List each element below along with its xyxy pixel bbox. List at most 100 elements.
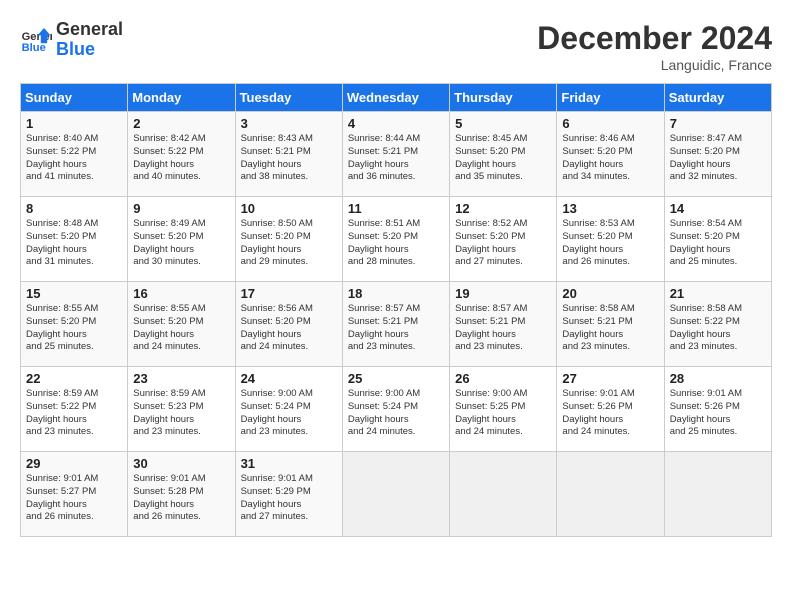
month-title: December 2024 [537,20,772,57]
cell-info: Sunrise: 8:42 AM Sunset: 5:22 PM Dayligh… [133,133,229,184]
day-number: 4 [348,116,444,131]
cell-info: Sunrise: 8:52 AM Sunset: 5:20 PM Dayligh… [455,218,551,269]
day-number: 6 [562,116,658,131]
cell-info: Sunrise: 8:57 AM Sunset: 5:21 PM Dayligh… [348,303,444,354]
empty-cell [450,452,557,537]
cell-info: Sunrise: 8:46 AM Sunset: 5:20 PM Dayligh… [562,133,658,184]
day-number: 1 [26,116,122,131]
col-thursday: Thursday [450,84,557,112]
cell-info: Sunrise: 9:00 AM Sunset: 5:25 PM Dayligh… [455,388,551,439]
cell-info: Sunrise: 8:47 AM Sunset: 5:20 PM Dayligh… [670,133,766,184]
cell-info: Sunrise: 8:50 AM Sunset: 5:20 PM Dayligh… [241,218,337,269]
col-sunday: Sunday [21,84,128,112]
day-cell: 28 Sunrise: 9:01 AM Sunset: 5:26 PM Dayl… [664,367,771,452]
location: Languidic, France [537,57,772,73]
day-number: 19 [455,286,551,301]
day-cell: 20 Sunrise: 8:58 AM Sunset: 5:21 PM Dayl… [557,282,664,367]
calendar-week-row: 1 Sunrise: 8:40 AM Sunset: 5:22 PM Dayli… [21,112,772,197]
day-number: 5 [455,116,551,131]
cell-info: Sunrise: 8:49 AM Sunset: 5:20 PM Dayligh… [133,218,229,269]
day-cell: 22 Sunrise: 8:59 AM Sunset: 5:22 PM Dayl… [21,367,128,452]
day-cell: 1 Sunrise: 8:40 AM Sunset: 5:22 PM Dayli… [21,112,128,197]
day-cell: 19 Sunrise: 8:57 AM Sunset: 5:21 PM Dayl… [450,282,557,367]
day-number: 10 [241,201,337,216]
title-area: December 2024 Languidic, France [537,20,772,73]
cell-info: Sunrise: 8:48 AM Sunset: 5:20 PM Dayligh… [26,218,122,269]
day-cell: 3 Sunrise: 8:43 AM Sunset: 5:21 PM Dayli… [235,112,342,197]
day-cell: 23 Sunrise: 8:59 AM Sunset: 5:23 PM Dayl… [128,367,235,452]
day-number: 20 [562,286,658,301]
day-cell: 11 Sunrise: 8:51 AM Sunset: 5:20 PM Dayl… [342,197,449,282]
col-friday: Friday [557,84,664,112]
day-cell: 27 Sunrise: 9:01 AM Sunset: 5:26 PM Dayl… [557,367,664,452]
day-number: 7 [670,116,766,131]
day-number: 23 [133,371,229,386]
day-number: 24 [241,371,337,386]
calendar-week-row: 22 Sunrise: 8:59 AM Sunset: 5:22 PM Dayl… [21,367,772,452]
cell-info: Sunrise: 8:55 AM Sunset: 5:20 PM Dayligh… [133,303,229,354]
col-monday: Monday [128,84,235,112]
day-number: 3 [241,116,337,131]
cell-info: Sunrise: 8:58 AM Sunset: 5:22 PM Dayligh… [670,303,766,354]
day-number: 25 [348,371,444,386]
day-cell: 14 Sunrise: 8:54 AM Sunset: 5:20 PM Dayl… [664,197,771,282]
cell-info: Sunrise: 8:51 AM Sunset: 5:20 PM Dayligh… [348,218,444,269]
cell-info: Sunrise: 8:44 AM Sunset: 5:21 PM Dayligh… [348,133,444,184]
cell-info: Sunrise: 8:43 AM Sunset: 5:21 PM Dayligh… [241,133,337,184]
cell-info: Sunrise: 9:01 AM Sunset: 5:26 PM Dayligh… [562,388,658,439]
logo: General Blue General Blue [20,20,123,60]
cell-info: Sunrise: 9:01 AM Sunset: 5:27 PM Dayligh… [26,473,122,524]
cell-info: Sunrise: 8:58 AM Sunset: 5:21 PM Dayligh… [562,303,658,354]
day-cell: 6 Sunrise: 8:46 AM Sunset: 5:20 PM Dayli… [557,112,664,197]
logo-text: General Blue [56,20,123,60]
day-number: 30 [133,456,229,471]
cell-info: Sunrise: 8:59 AM Sunset: 5:22 PM Dayligh… [26,388,122,439]
day-number: 28 [670,371,766,386]
day-cell: 10 Sunrise: 8:50 AM Sunset: 5:20 PM Dayl… [235,197,342,282]
cell-info: Sunrise: 8:40 AM Sunset: 5:22 PM Dayligh… [26,133,122,184]
day-cell: 7 Sunrise: 8:47 AM Sunset: 5:20 PM Dayli… [664,112,771,197]
day-cell: 30 Sunrise: 9:01 AM Sunset: 5:28 PM Dayl… [128,452,235,537]
cell-info: Sunrise: 8:57 AM Sunset: 5:21 PM Dayligh… [455,303,551,354]
day-cell: 26 Sunrise: 9:00 AM Sunset: 5:25 PM Dayl… [450,367,557,452]
logo-icon: General Blue [20,24,52,56]
day-cell: 8 Sunrise: 8:48 AM Sunset: 5:20 PM Dayli… [21,197,128,282]
day-number: 21 [670,286,766,301]
day-cell: 24 Sunrise: 9:00 AM Sunset: 5:24 PM Dayl… [235,367,342,452]
empty-cell [557,452,664,537]
day-number: 17 [241,286,337,301]
svg-text:Blue: Blue [22,42,46,54]
day-number: 2 [133,116,229,131]
day-number: 27 [562,371,658,386]
col-tuesday: Tuesday [235,84,342,112]
page-header: General Blue General Blue December 2024 … [20,20,772,73]
day-number: 26 [455,371,551,386]
cell-info: Sunrise: 8:54 AM Sunset: 5:20 PM Dayligh… [670,218,766,269]
day-cell: 31 Sunrise: 9:01 AM Sunset: 5:29 PM Dayl… [235,452,342,537]
calendar-week-row: 8 Sunrise: 8:48 AM Sunset: 5:20 PM Dayli… [21,197,772,282]
cell-info: Sunrise: 8:59 AM Sunset: 5:23 PM Dayligh… [133,388,229,439]
col-wednesday: Wednesday [342,84,449,112]
cell-info: Sunrise: 8:55 AM Sunset: 5:20 PM Dayligh… [26,303,122,354]
calendar-header-row: Sunday Monday Tuesday Wednesday Thursday… [21,84,772,112]
day-number: 14 [670,201,766,216]
empty-cell [342,452,449,537]
day-number: 13 [562,201,658,216]
cell-info: Sunrise: 9:00 AM Sunset: 5:24 PM Dayligh… [241,388,337,439]
day-number: 31 [241,456,337,471]
cell-info: Sunrise: 9:00 AM Sunset: 5:24 PM Dayligh… [348,388,444,439]
day-cell: 12 Sunrise: 8:52 AM Sunset: 5:20 PM Dayl… [450,197,557,282]
cell-info: Sunrise: 9:01 AM Sunset: 5:29 PM Dayligh… [241,473,337,524]
day-cell: 16 Sunrise: 8:55 AM Sunset: 5:20 PM Dayl… [128,282,235,367]
cell-info: Sunrise: 8:53 AM Sunset: 5:20 PM Dayligh… [562,218,658,269]
day-cell: 13 Sunrise: 8:53 AM Sunset: 5:20 PM Dayl… [557,197,664,282]
cell-info: Sunrise: 9:01 AM Sunset: 5:26 PM Dayligh… [670,388,766,439]
col-saturday: Saturday [664,84,771,112]
day-cell: 25 Sunrise: 9:00 AM Sunset: 5:24 PM Dayl… [342,367,449,452]
day-cell: 5 Sunrise: 8:45 AM Sunset: 5:20 PM Dayli… [450,112,557,197]
day-cell: 15 Sunrise: 8:55 AM Sunset: 5:20 PM Dayl… [21,282,128,367]
day-number: 11 [348,201,444,216]
cell-info: Sunrise: 8:45 AM Sunset: 5:20 PM Dayligh… [455,133,551,184]
day-number: 29 [26,456,122,471]
day-cell: 21 Sunrise: 8:58 AM Sunset: 5:22 PM Dayl… [664,282,771,367]
